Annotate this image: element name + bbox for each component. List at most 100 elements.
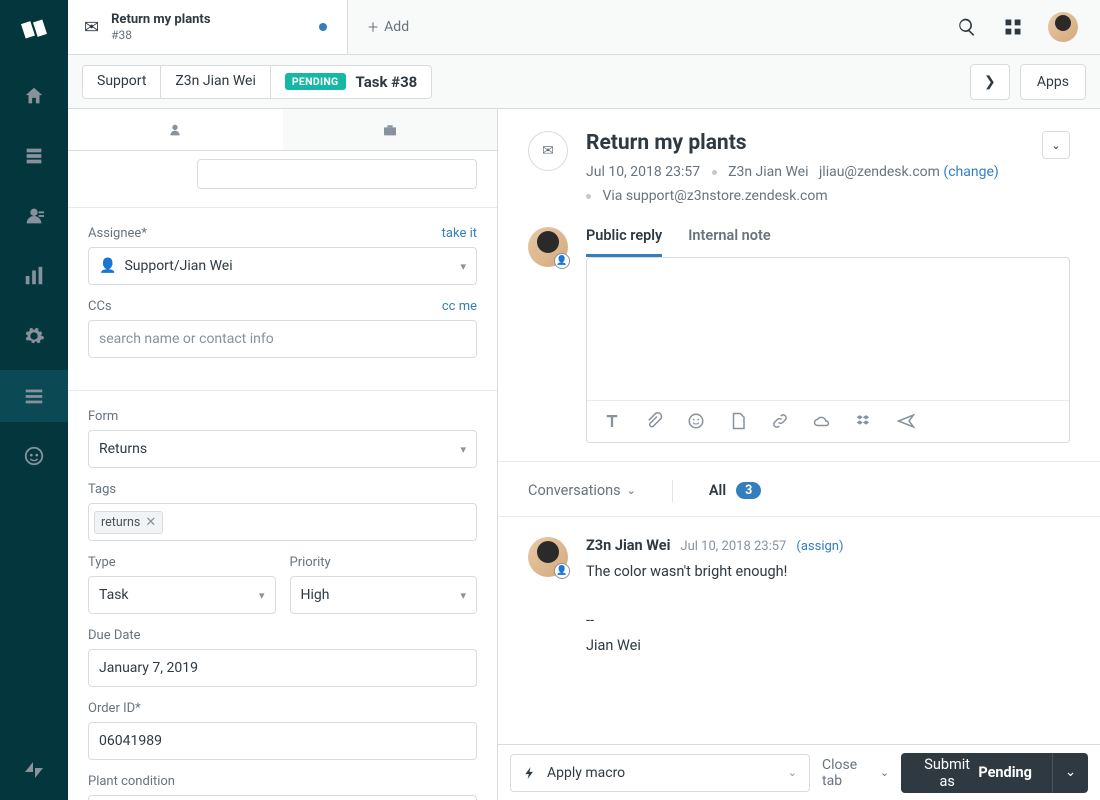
chevron-down-icon: ⌄ xyxy=(627,484,636,497)
briefcase-icon xyxy=(382,122,398,138)
priority-select[interactable]: High ▾ xyxy=(290,576,478,614)
plant-input[interactable] xyxy=(88,795,477,800)
cloud-icon[interactable] xyxy=(813,412,831,430)
assignee-value: Support/Jian Wei xyxy=(124,258,232,274)
panel-tab-ticket[interactable] xyxy=(283,109,498,150)
status-badge: PENDING xyxy=(285,73,346,90)
cc-me-link[interactable]: cc me xyxy=(442,299,477,314)
form-select[interactable]: Returns ▾ xyxy=(88,430,477,468)
form-label: Form xyxy=(88,409,118,424)
plant-label: Plant condition xyxy=(88,774,175,789)
type-select[interactable]: Task ▾ xyxy=(88,576,276,614)
conversation-filter: Conversations ⌄ All 3 xyxy=(498,462,1100,517)
chevron-down-icon: ⌄ xyxy=(788,766,797,779)
submit-options-button[interactable]: ⌄ xyxy=(1052,753,1088,793)
chevron-down-icon: ▾ xyxy=(460,589,466,602)
apps-grid-button[interactable] xyxy=(1002,16,1024,38)
internal-note-tab[interactable]: Internal note xyxy=(688,227,770,257)
requester-avatar: 👤 xyxy=(528,537,568,577)
nav-customers[interactable] xyxy=(0,190,68,242)
user-icon xyxy=(167,122,183,138)
message-count-badge: 3 xyxy=(736,482,761,499)
attachment-icon[interactable] xyxy=(645,412,663,430)
user-avatar[interactable] xyxy=(1048,12,1078,42)
chevron-down-icon: ⌄ xyxy=(1051,139,1060,152)
ticket-email: jliau@zendesk.com xyxy=(819,164,940,180)
panel-tab-user[interactable] xyxy=(68,109,283,150)
nav-item-bot[interactable] xyxy=(0,430,68,482)
ccs-label: CCs xyxy=(88,299,112,314)
nav-admin[interactable] xyxy=(0,310,68,362)
form-value: Returns xyxy=(99,441,147,457)
zendesk-logo-icon xyxy=(22,758,46,786)
bolt-icon xyxy=(523,766,537,780)
add-label: Add xyxy=(384,19,409,35)
type-label: Type xyxy=(88,555,116,570)
plus-icon: + xyxy=(368,17,378,38)
tab-bar: ✉ Return my plants #38 + Add xyxy=(68,0,1100,55)
tab-title: Return my plants xyxy=(111,12,210,28)
add-tab-button[interactable]: + Add xyxy=(348,0,429,54)
close-tab-button[interactable]: Close tab ⌄ xyxy=(822,757,889,789)
assign-link[interactable]: (assign) xyxy=(796,539,843,554)
nav-home[interactable] xyxy=(0,70,68,122)
priority-value: High xyxy=(301,587,330,603)
filter-all[interactable]: All 3 xyxy=(709,482,761,499)
ccs-input[interactable] xyxy=(88,320,477,358)
apply-macro-button[interactable]: Apply macro ⌄ xyxy=(510,754,810,792)
next-ticket-button[interactable]: ❯ xyxy=(970,64,1010,100)
chevron-down-icon: ⌄ xyxy=(1065,765,1076,780)
apps-button[interactable]: Apps xyxy=(1020,64,1086,100)
nav-item-active[interactable] xyxy=(0,370,68,422)
task-number: Task #38 xyxy=(356,73,418,91)
message: 👤 Z3n Jian Wei Jul 10, 2018 23:57 (assig… xyxy=(498,517,1100,679)
due-input[interactable] xyxy=(88,649,477,687)
properties-panel: Assignee* take it 👤 Support/Jian Wei ▾ xyxy=(68,109,498,800)
conversations-dropdown[interactable]: Conversations ⌄ xyxy=(528,482,636,499)
breadcrumb-support[interactable]: Support xyxy=(83,66,161,98)
ticket-options-button[interactable]: ⌄ xyxy=(1042,131,1070,159)
text-format-icon[interactable] xyxy=(603,412,621,430)
nav-rail xyxy=(0,0,68,800)
reply-editor[interactable] xyxy=(586,257,1070,443)
breadcrumb-task[interactable]: PENDING Task #38 xyxy=(271,66,431,98)
chevron-down-icon: ▾ xyxy=(259,589,265,602)
ticket-header: ✉ Return my plants Jul 10, 2018 23:57 Z3… xyxy=(498,109,1100,227)
mail-icon: ✉ xyxy=(84,17,99,38)
order-label: Order ID* xyxy=(88,701,141,716)
breadcrumb-requester[interactable]: Z3n Jian Wei xyxy=(161,66,270,98)
remove-tag-icon[interactable]: ✕ xyxy=(145,515,156,530)
message-author: Z3n Jian Wei xyxy=(586,537,670,554)
agent-badge-icon: 👤 xyxy=(554,253,570,269)
due-label: Due Date xyxy=(88,628,141,643)
submit-button[interactable]: Submit as Pending xyxy=(901,753,1052,793)
search-button[interactable] xyxy=(956,16,978,38)
nav-reports[interactable] xyxy=(0,250,68,302)
ticket-time: Jul 10, 2018 23:57 xyxy=(586,164,700,180)
ticket-footer: Apply macro ⌄ Close tab ⌄ Submit as Pend… xyxy=(498,744,1100,800)
ticket-tab[interactable]: ✉ Return my plants #38 xyxy=(68,0,348,54)
send-icon[interactable] xyxy=(897,412,915,430)
assignee-select[interactable]: 👤 Support/Jian Wei ▾ xyxy=(88,247,477,285)
message-line: Jian Wei xyxy=(586,634,1070,659)
take-it-link[interactable]: take it xyxy=(442,226,477,241)
ticket-via: Via support@z3nstore.zendesk.com xyxy=(602,188,827,204)
tags-input[interactable]: returns ✕ xyxy=(88,503,477,541)
ticket-title: Return my plants xyxy=(586,131,999,155)
unsaved-dot-icon xyxy=(319,23,327,31)
message-line: -- xyxy=(586,609,1070,634)
user-badge-icon: 👤 xyxy=(554,563,570,579)
nav-views[interactable] xyxy=(0,130,68,182)
dropbox-icon[interactable] xyxy=(855,412,873,430)
brand-logo xyxy=(15,10,53,48)
grid-icon xyxy=(1003,17,1023,37)
order-input[interactable] xyxy=(88,722,477,760)
file-icon[interactable] xyxy=(729,412,747,430)
link-icon[interactable] xyxy=(771,412,789,430)
editor-toolbar xyxy=(587,400,1069,442)
emoji-icon[interactable] xyxy=(687,412,705,430)
apps-label: Apps xyxy=(1037,74,1069,90)
change-requester-link[interactable]: (change) xyxy=(943,164,998,180)
channel-mail-icon: ✉ xyxy=(528,131,568,171)
public-reply-tab[interactable]: Public reply xyxy=(586,227,662,257)
